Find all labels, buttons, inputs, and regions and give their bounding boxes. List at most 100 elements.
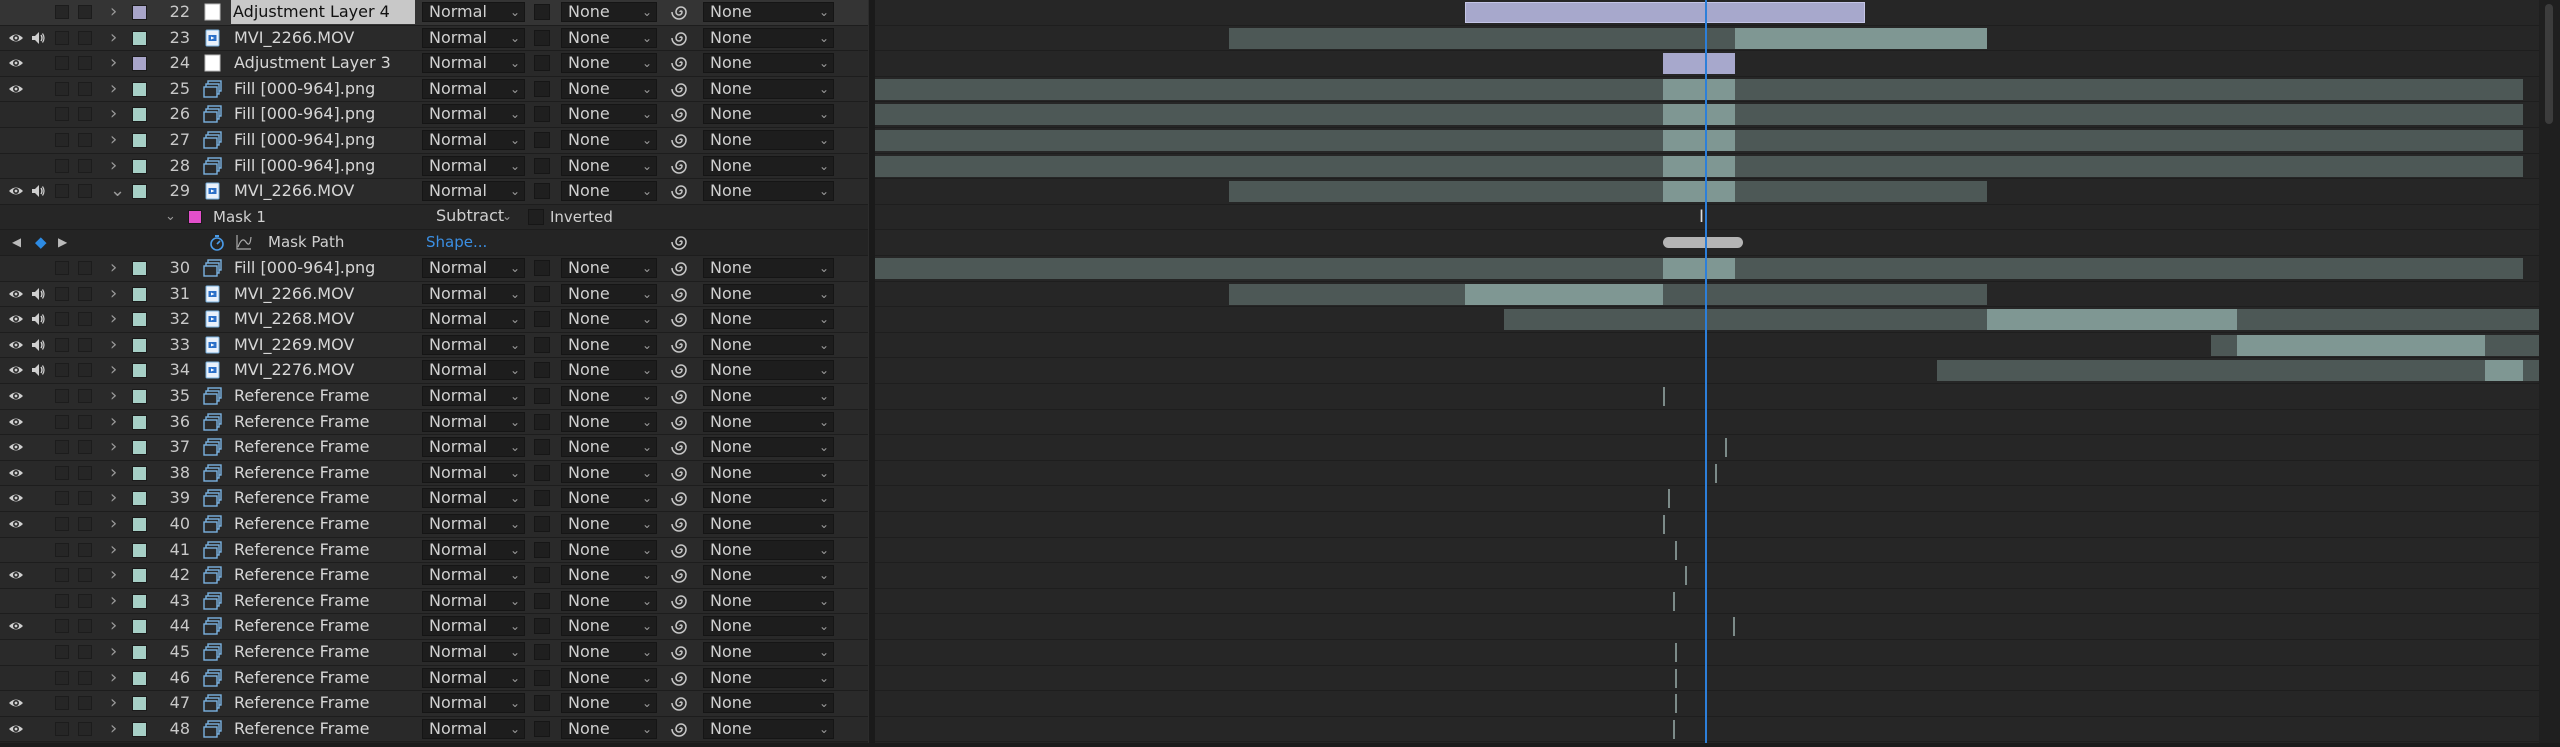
- lock-switch[interactable]: [78, 619, 92, 634]
- lock-switch[interactable]: [78, 542, 92, 557]
- parent-dropdown[interactable]: None ⌄: [703, 693, 834, 714]
- blend-mode-dropdown[interactable]: Normal ⌄: [422, 539, 525, 560]
- blend-mode-dropdown[interactable]: Normal ⌄: [422, 590, 525, 611]
- pickwhip-icon[interactable]: [670, 514, 692, 534]
- layer-row[interactable]: › 25 Fill [000-964].png Normal ⌄ None ⌄ None ⌄: [0, 76, 868, 103]
- pickwhip-icon[interactable]: [670, 565, 692, 585]
- layer-duration-bar[interactable]: [1465, 2, 1865, 23]
- eye-icon[interactable]: [8, 286, 24, 302]
- layer-duration-bar[interactable]: [1663, 181, 1735, 203]
- parent-dropdown[interactable]: None ⌄: [703, 309, 834, 330]
- label-swatch[interactable]: [132, 312, 147, 328]
- layer-name[interactable]: MVI_2266.MOV: [234, 179, 414, 203]
- preserve-transparency-checkbox[interactable]: [534, 567, 550, 584]
- mask-path-keyframes[interactable]: [1663, 237, 1743, 249]
- layer-name[interactable]: Fill [000-964].png: [234, 154, 414, 178]
- label-swatch[interactable]: [132, 414, 147, 430]
- blend-mode-dropdown[interactable]: Normal ⌄: [422, 53, 525, 74]
- track-matte-dropdown[interactable]: None ⌄: [561, 693, 657, 714]
- track-matte-dropdown[interactable]: None ⌄: [561, 334, 657, 355]
- parent-dropdown[interactable]: None ⌄: [703, 283, 834, 304]
- label-swatch[interactable]: [132, 593, 147, 609]
- track-matte-dropdown[interactable]: None ⌄: [561, 130, 657, 150]
- lock-switch[interactable]: [78, 363, 92, 378]
- track-matte-dropdown[interactable]: None ⌄: [561, 590, 657, 611]
- preserve-transparency-checkbox[interactable]: [534, 362, 550, 379]
- pickwhip-icon[interactable]: [670, 540, 692, 560]
- label-swatch[interactable]: [132, 721, 147, 737]
- label-swatch[interactable]: [132, 517, 147, 532]
- pickwhip-icon[interactable]: [670, 156, 692, 176]
- single-frame-marker[interactable]: [1675, 643, 1677, 662]
- layer-duration-bar[interactable]: [1663, 53, 1735, 75]
- blend-mode-dropdown[interactable]: Normal ⌄: [422, 642, 525, 662]
- parent-dropdown[interactable]: None ⌄: [703, 181, 834, 202]
- eye-icon[interactable]: [8, 337, 24, 353]
- label-swatch[interactable]: [132, 696, 147, 712]
- preserve-transparency-checkbox[interactable]: [534, 106, 550, 123]
- layer-name[interactable]: Reference Frame: [234, 410, 414, 434]
- chevron-right-icon[interactable]: ›: [110, 563, 117, 587]
- layer-name[interactable]: Reference Frame: [234, 461, 414, 485]
- track-matte-dropdown[interactable]: None ⌄: [561, 27, 657, 48]
- parent-dropdown[interactable]: None ⌄: [703, 78, 834, 99]
- label-swatch[interactable]: [132, 56, 147, 72]
- lock-switch[interactable]: [78, 184, 92, 199]
- layer-duration-bar[interactable]: [1465, 283, 1663, 305]
- layer-row[interactable]: › 43 Reference Frame Normal ⌄ None ⌄ None ⌄: [0, 588, 868, 615]
- track-matte-dropdown[interactable]: None ⌄: [561, 616, 657, 637]
- label-swatch[interactable]: [132, 465, 147, 481]
- preserve-transparency-checkbox[interactable]: [534, 490, 550, 507]
- speaker-icon[interactable]: [30, 30, 46, 46]
- single-frame-marker[interactable]: [1715, 463, 1717, 483]
- pickwhip-icon[interactable]: [670, 79, 692, 99]
- mask-path-row[interactable]: ◀ ◆ ▶ Mask Path Shape...: [0, 230, 868, 256]
- chevron-right-icon[interactable]: ›: [110, 282, 117, 306]
- track-matte-dropdown[interactable]: None ⌄: [561, 488, 657, 509]
- preserve-transparency-checkbox[interactable]: [534, 29, 550, 46]
- layer-row[interactable]: › 30 Fill [000-964].png Normal ⌄ None ⌄ None ⌄: [0, 256, 868, 282]
- layer-name[interactable]: Reference Frame: [234, 435, 414, 459]
- speaker-icon[interactable]: [30, 311, 46, 327]
- track-matte-dropdown[interactable]: None ⌄: [561, 718, 657, 739]
- track-matte-dropdown[interactable]: None ⌄: [561, 514, 657, 534]
- blend-mode-dropdown[interactable]: Normal ⌄: [422, 514, 525, 534]
- chevron-right-icon[interactable]: ›: [110, 486, 117, 510]
- label-swatch[interactable]: [132, 107, 147, 123]
- preserve-transparency-checkbox[interactable]: [534, 541, 550, 558]
- chevron-right-icon[interactable]: ›: [110, 614, 117, 638]
- track-matte-dropdown[interactable]: None ⌄: [561, 283, 657, 304]
- preserve-transparency-checkbox[interactable]: [534, 55, 550, 72]
- chevron-right-icon[interactable]: ›: [110, 384, 117, 408]
- parent-dropdown[interactable]: None ⌄: [703, 386, 834, 406]
- single-frame-marker[interactable]: [1673, 591, 1675, 611]
- layer-duration-bar[interactable]: [1663, 130, 1735, 151]
- eye-icon[interactable]: [8, 30, 24, 46]
- chevron-right-icon[interactable]: ›: [110, 358, 117, 382]
- eye-icon[interactable]: [8, 465, 24, 481]
- track-matte-dropdown[interactable]: None ⌄: [561, 565, 657, 586]
- mask-row[interactable]: ⌄ Mask 1 Subtract ⌄ Inverted: [0, 204, 868, 231]
- pickwhip-icon[interactable]: [670, 719, 692, 739]
- track-matte-dropdown[interactable]: None ⌄: [561, 309, 657, 330]
- keyframe-prev-icon[interactable]: ◀: [12, 230, 21, 254]
- label-swatch[interactable]: [132, 491, 147, 507]
- layer-name[interactable]: MVI_2269.MOV: [234, 333, 414, 357]
- solo-switch[interactable]: [55, 337, 69, 352]
- chevron-down-icon[interactable]: ⌄: [165, 205, 176, 229]
- blend-mode-dropdown[interactable]: Normal ⌄: [422, 334, 525, 355]
- lock-switch[interactable]: [78, 389, 92, 403]
- pickwhip-icon[interactable]: [670, 53, 692, 73]
- eye-icon[interactable]: [8, 695, 24, 711]
- label-swatch[interactable]: [132, 645, 147, 660]
- solo-switch[interactable]: [55, 30, 69, 45]
- blend-mode-dropdown[interactable]: Normal ⌄: [422, 27, 525, 48]
- pickwhip-icon[interactable]: [670, 437, 692, 457]
- parent-dropdown[interactable]: None ⌄: [703, 565, 834, 586]
- label-swatch[interactable]: [132, 337, 147, 353]
- solo-switch[interactable]: [55, 568, 69, 583]
- lock-switch[interactable]: [78, 30, 92, 45]
- speaker-icon[interactable]: [30, 362, 46, 378]
- solo-switch[interactable]: [55, 465, 69, 480]
- inverted-checkbox[interactable]: [528, 208, 544, 225]
